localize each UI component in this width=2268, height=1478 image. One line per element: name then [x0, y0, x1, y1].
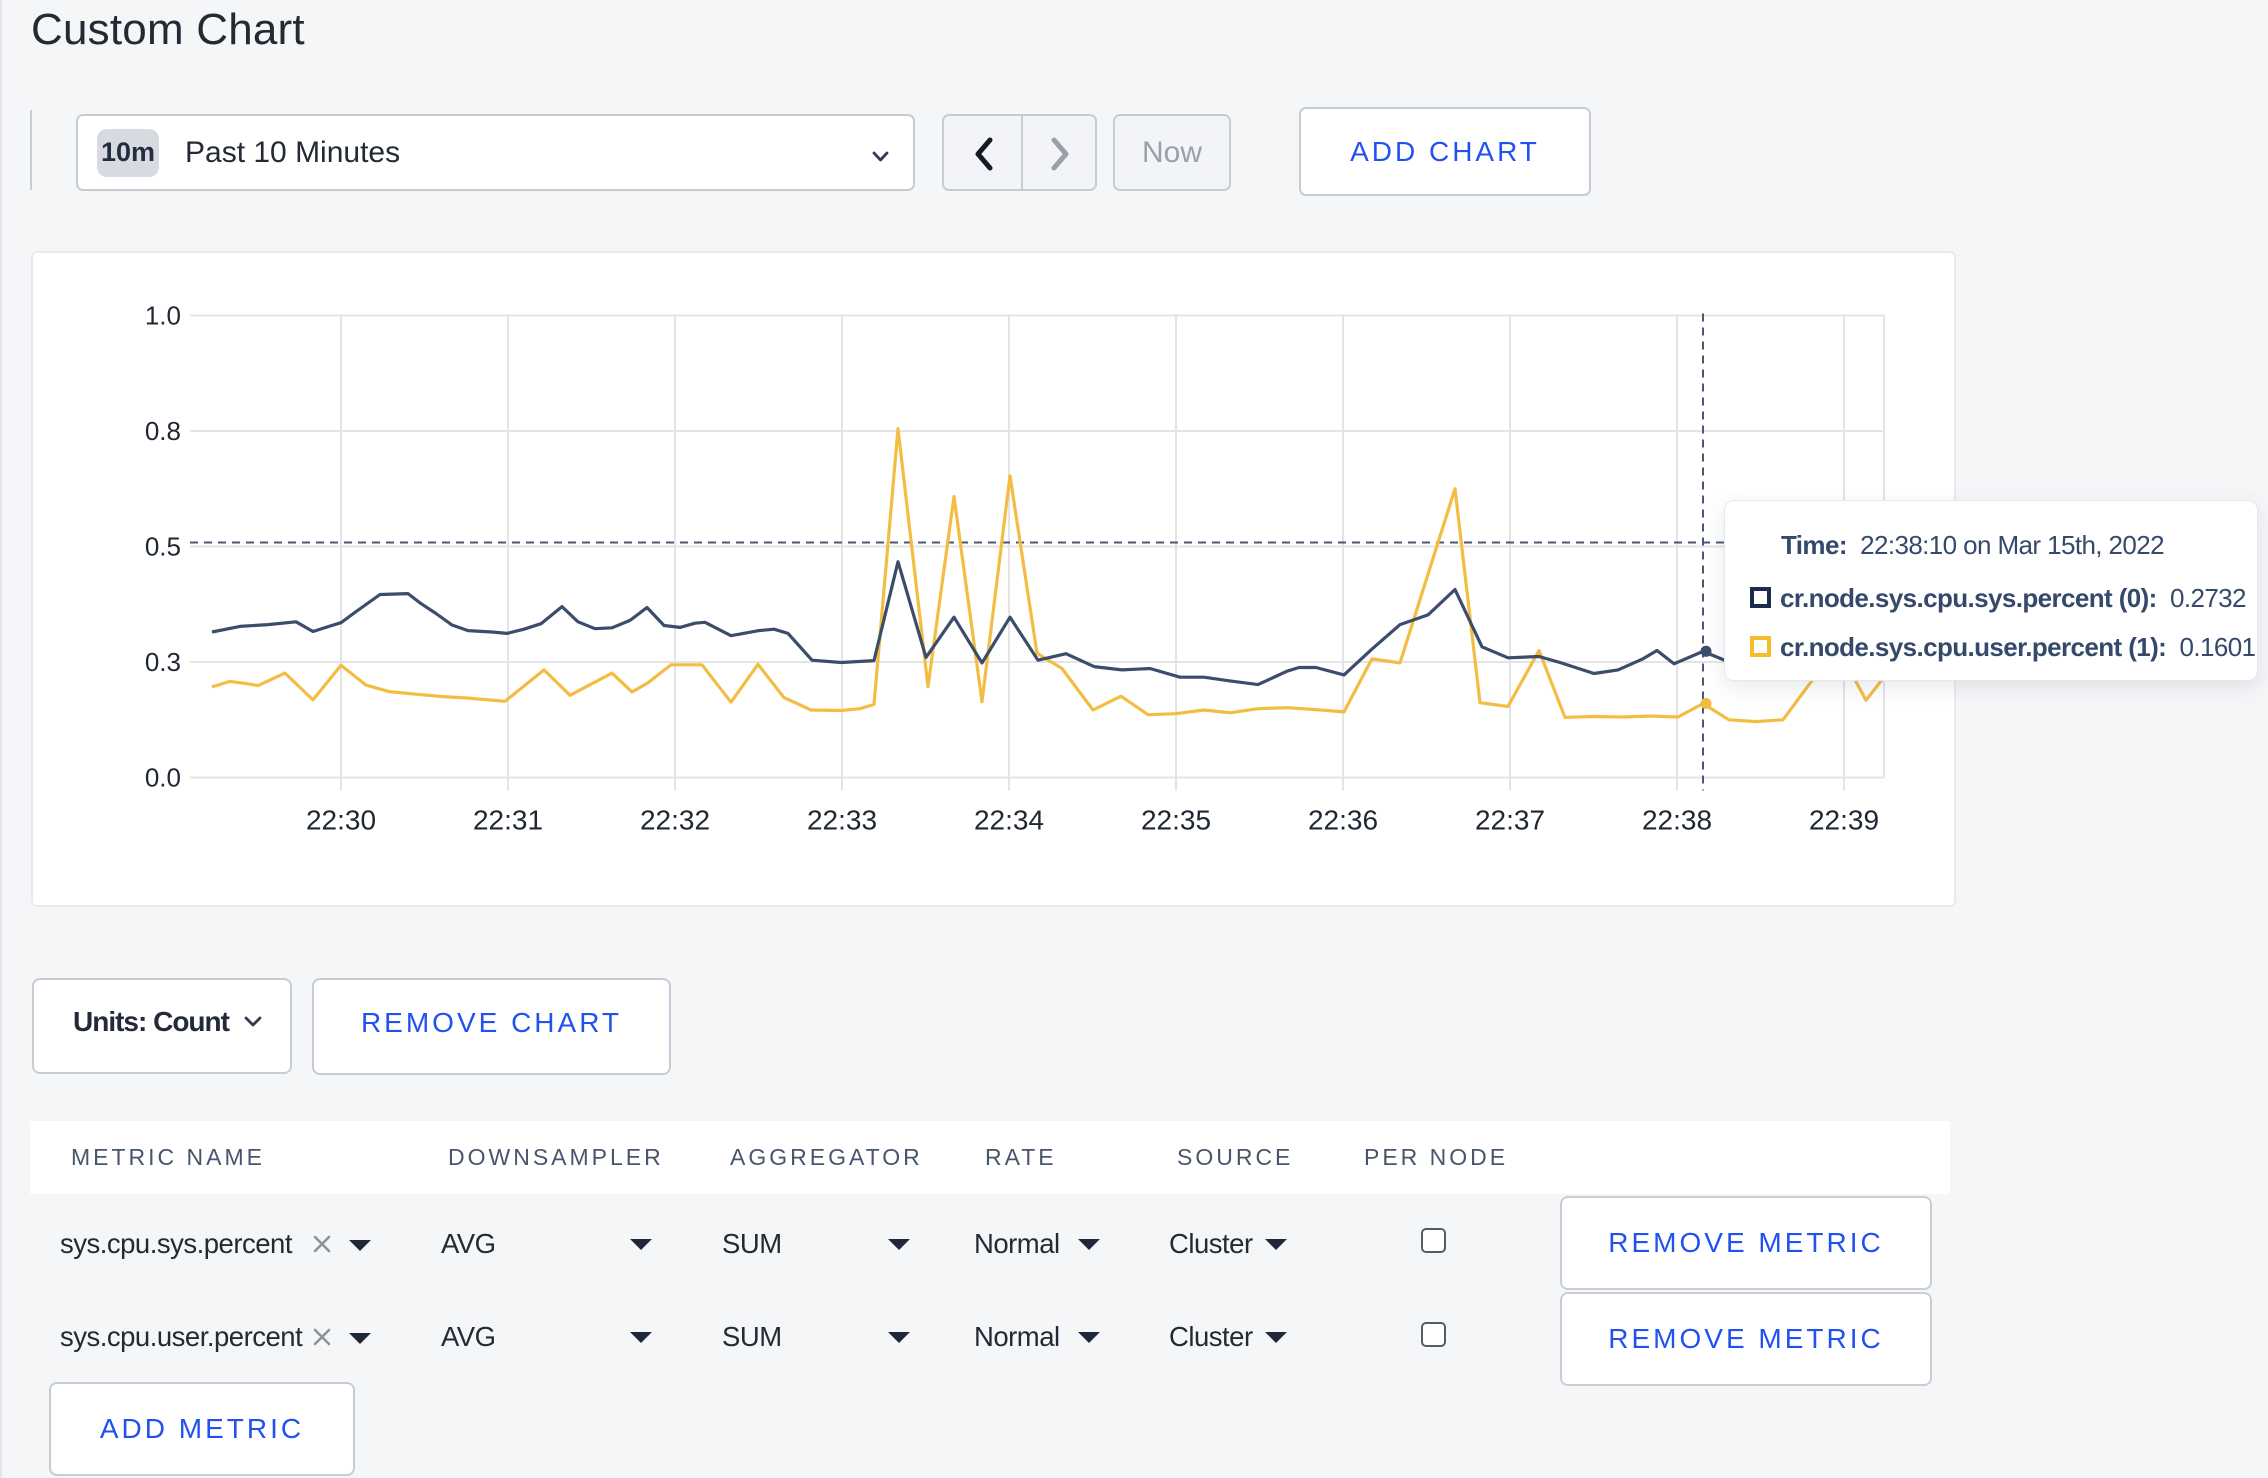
svg-text:22:35: 22:35 [1141, 805, 1211, 836]
svg-text:22:30: 22:30 [306, 805, 376, 836]
svg-text:0.8: 0.8 [145, 416, 181, 446]
svg-text:22:32: 22:32 [640, 805, 710, 836]
svg-text:0.0: 0.0 [145, 763, 181, 793]
svg-text:0.3: 0.3 [145, 647, 181, 677]
svg-text:22:37: 22:37 [1475, 805, 1545, 836]
svg-text:22:38: 22:38 [1642, 805, 1712, 836]
svg-text:22:36: 22:36 [1308, 805, 1378, 836]
svg-text:0.5: 0.5 [145, 532, 181, 562]
svg-text:1.0: 1.0 [145, 301, 181, 331]
svg-text:22:34: 22:34 [974, 805, 1044, 836]
svg-text:22:31: 22:31 [473, 805, 543, 836]
svg-text:22:33: 22:33 [807, 805, 877, 836]
svg-text:22:39: 22:39 [1809, 805, 1879, 836]
